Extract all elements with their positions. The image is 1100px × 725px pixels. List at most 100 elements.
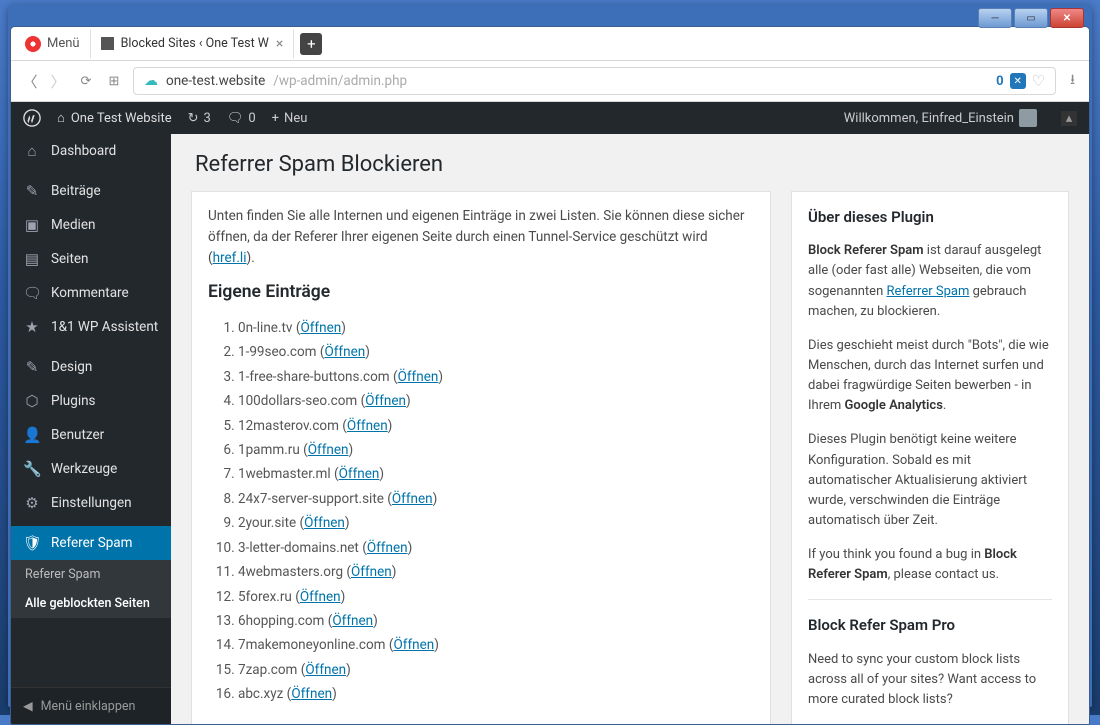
forward-icon[interactable]: 〉 xyxy=(49,71,67,92)
speed-dial-icon[interactable]: ⊞ xyxy=(105,74,123,89)
address-bar[interactable]: ☁ one-test.website/wp-admin/admin.php 0 … xyxy=(133,67,1056,95)
downloads-icon[interactable]: ⭳ xyxy=(1070,69,1075,93)
referrer-spam-link[interactable]: Referrer Spam xyxy=(886,284,969,299)
dashboard-icon: ⌂ xyxy=(23,142,41,160)
avatar-icon xyxy=(1019,109,1037,127)
about-plugin-box: Über dieses Plugin Block Referer Spam is… xyxy=(791,191,1069,724)
updates-item[interactable]: ↻3 xyxy=(188,111,211,126)
referer-spam-icon: 🛡 xyxy=(23,534,41,552)
window-close-button[interactable]: ✕ xyxy=(1050,8,1084,28)
sidebar-item-label: Kommentare xyxy=(51,285,129,301)
entries-list: 0n-line.tv (Öffnen)1-99seo.com (Öffnen)1… xyxy=(238,318,754,705)
open-link[interactable]: Öffnen xyxy=(367,540,408,556)
comments-item[interactable]: 🗨0 xyxy=(227,111,256,126)
pro-heading: Block Refer Spam Pro xyxy=(808,599,1052,637)
sidebar-item-label: Einstellungen xyxy=(51,495,132,511)
site-name: One Test Website xyxy=(71,111,172,126)
open-link[interactable]: Öffnen xyxy=(291,686,332,702)
sidebar-item-dashboard[interactable]: ⌂Dashboard xyxy=(11,134,171,168)
sidebar-item-pages[interactable]: ▤ Seiten xyxy=(11,242,171,276)
back-icon[interactable]: 〈 xyxy=(21,71,39,92)
tools-icon: 🔧 xyxy=(23,460,41,478)
site-link[interactable]: ⌂ One Test Website xyxy=(57,110,172,126)
plus-icon: + xyxy=(272,111,279,126)
open-link[interactable]: Öffnen xyxy=(393,637,434,653)
main-content-box: Unten finden Sie alle Internen und eigen… xyxy=(191,191,771,724)
open-link[interactable]: Öffnen xyxy=(347,418,388,434)
sidebar-item-label: Benutzer xyxy=(51,427,104,443)
open-link[interactable]: Öffnen xyxy=(332,613,373,629)
entry-item: 5forex.ru (Öffnen) xyxy=(238,587,754,608)
open-link[interactable]: Öffnen xyxy=(308,442,349,458)
sidebar-item-posts[interactable]: ✎ Beiträge xyxy=(11,174,171,208)
open-link[interactable]: Öffnen xyxy=(392,491,433,507)
assistant-icon: ★ xyxy=(23,318,41,336)
users-icon: 👤 xyxy=(23,426,41,444)
entry-item: 6hopping.com (Öffnen) xyxy=(238,611,754,632)
tab-favicon-icon xyxy=(101,37,114,50)
menu-label: Menü xyxy=(47,36,80,51)
opera-menu-button[interactable]: Menü xyxy=(15,30,90,58)
window-maximize-button[interactable]: ▭ xyxy=(1014,8,1048,28)
entry-item: 2your.site (Öffnen) xyxy=(238,513,754,534)
admin-sidebar: ⌂Dashboard ✎ Beiträge ▣Medien ▤ Seiten 🗨Kommen… xyxy=(11,134,171,724)
open-link[interactable]: Öffnen xyxy=(300,589,341,605)
account-link[interactable]: Willkommen, Einfred_Einstein xyxy=(844,109,1037,127)
about-heading: Über dieses Plugin xyxy=(808,206,1052,229)
sidebar-subitem[interactable]: Alle geblockten Seiten xyxy=(11,589,171,618)
sidebar-item-label: Beiträge xyxy=(51,183,101,199)
home-icon: ⌂ xyxy=(57,110,65,126)
sidebar-item-assistant[interactable]: ★ 1&1 WP Assistent xyxy=(11,310,171,344)
new-tab-button[interactable]: + xyxy=(300,33,322,55)
tab-title: Blocked Sites ‹ One Test W xyxy=(121,36,269,51)
sidebar-item-settings[interactable]: ⚙Einstellungen xyxy=(11,486,171,520)
sidebar-item-label: 1&1 WP Assistent xyxy=(51,319,158,335)
sidebar-item-label: Design xyxy=(51,359,92,375)
site-info-icon[interactable]: ☁ xyxy=(144,73,158,89)
open-link[interactable]: Öffnen xyxy=(305,662,346,678)
sidebar-item-media[interactable]: ▣Medien xyxy=(11,208,171,242)
open-link[interactable]: Öffnen xyxy=(339,466,380,482)
page-title: Referrer Spam Blockieren xyxy=(191,134,1069,191)
hrefli-link[interactable]: href.li xyxy=(213,250,247,266)
wordpress-logo-icon[interactable] xyxy=(23,109,41,127)
tab-close-icon[interactable]: × xyxy=(276,36,283,52)
collapse-menu-button[interactable]: ◀Menü einklappen xyxy=(11,687,171,724)
sidebar-item-label: Werkzeuge xyxy=(51,461,117,477)
blocker-icon[interactable]: ✕ xyxy=(1010,73,1026,89)
sidebar-item-label: Seiten xyxy=(51,251,89,267)
entry-item: 7zap.com (Öffnen) xyxy=(238,660,754,681)
blocker-count: 0 xyxy=(996,74,1003,89)
open-link[interactable]: Öffnen xyxy=(398,369,439,385)
open-link[interactable]: Öffnen xyxy=(324,344,365,360)
browser-tab[interactable]: Blocked Sites ‹ One Test W × xyxy=(90,30,295,58)
sidebar-item-referer-spam[interactable]: 🛡Referer Spam xyxy=(11,526,171,560)
media-icon: ▣ xyxy=(23,216,41,234)
window-minimize-button[interactable]: ─ xyxy=(978,8,1012,28)
bookmark-heart-icon[interactable]: ♡ xyxy=(1032,72,1045,90)
opera-icon xyxy=(25,36,41,52)
open-link[interactable]: Öffnen xyxy=(365,393,406,409)
posts-icon: ✎ xyxy=(23,182,41,200)
entry-item: 1-free-share-buttons.com (Öffnen) xyxy=(238,367,754,388)
reload-icon[interactable]: ⟳ xyxy=(77,74,95,89)
open-link[interactable]: Öffnen xyxy=(351,564,392,580)
new-item[interactable]: +Neu xyxy=(272,111,308,126)
sidebar-item-plugins[interactable]: ⬡Plugins xyxy=(11,384,171,418)
sidebar-item-tools[interactable]: 🔧 Werkzeuge xyxy=(11,452,171,486)
entry-item: 1pamm.ru (Öffnen) xyxy=(238,440,754,461)
entry-item: 24x7-server-support.site (Öffnen) xyxy=(238,489,754,510)
pages-icon: ▤ xyxy=(23,250,41,268)
sidebar-item-users[interactable]: 👤 Benutzer xyxy=(11,418,171,452)
open-link[interactable]: Öffnen xyxy=(304,515,345,531)
entry-item: 1-99seo.com (Öffnen) xyxy=(238,342,754,363)
plugins-icon: ⬡ xyxy=(23,392,41,410)
section-heading: Eigene Einträge xyxy=(208,279,754,306)
sidebar-item-comments[interactable]: 🗨Kommentare xyxy=(11,276,171,310)
sidebar-subitem[interactable]: Referer Spam xyxy=(11,560,171,589)
entry-item: 12masterov.com (Öffnen) xyxy=(238,416,754,437)
sidebar-item-design[interactable]: ✎Design xyxy=(11,350,171,384)
entry-item: 100dollars-seo.com (Öffnen) xyxy=(238,391,754,412)
open-link[interactable]: Öffnen xyxy=(300,320,341,336)
scroll-up-icon[interactable]: ▴ xyxy=(1061,111,1077,126)
